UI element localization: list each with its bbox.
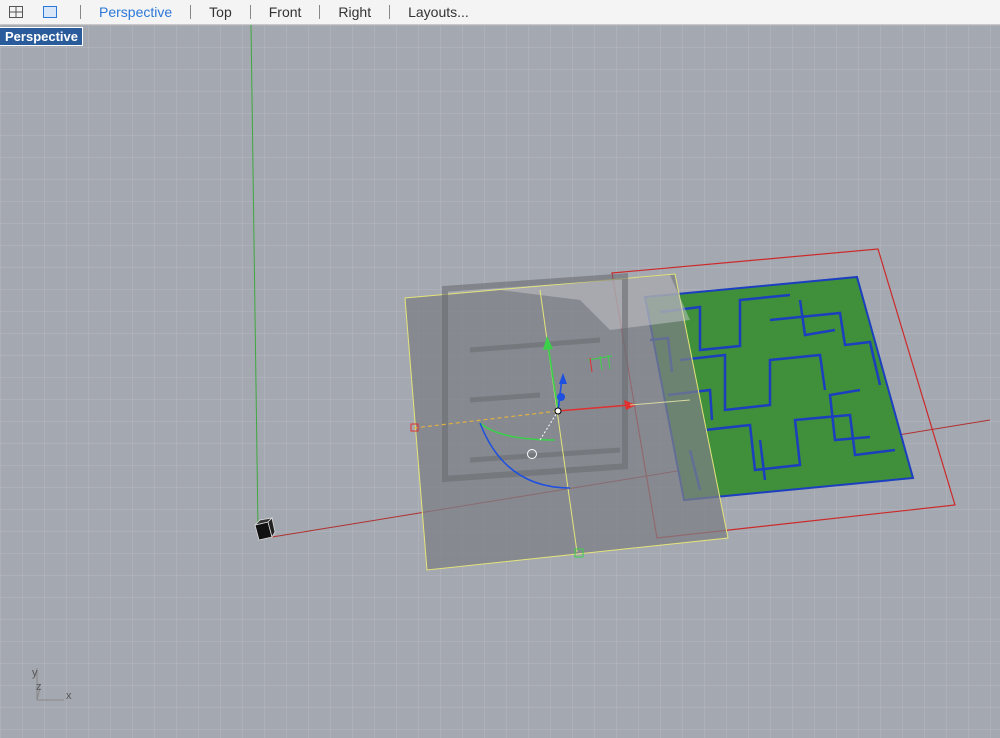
tab-front[interactable]: Front [263,4,308,20]
single-viewport-icon[interactable] [42,5,58,19]
tab-perspective[interactable]: Perspective [93,4,178,20]
viewport-canvas[interactable]: y z x [0,25,1000,738]
toolbar-separator [190,5,192,19]
viewport-toolbar: Perspective Top Front Right Layouts... [0,0,1000,25]
toolbar-separator [389,5,391,19]
axis-label-z: z [36,681,42,693]
axis-label-x: x [66,690,72,702]
tab-right[interactable]: Right [332,4,377,20]
tab-layouts[interactable]: Layouts... [402,4,475,20]
toolbar-separator [249,5,251,19]
gumball-origin-point[interactable] [554,407,562,415]
projection-plane[interactable] [404,273,729,571]
viewport-title-label[interactable]: Perspective [0,27,83,46]
toolbar-separator [80,5,81,19]
gumball-z-scale-handle[interactable] [557,393,565,401]
toolbar-separator [319,5,321,19]
axis-label-y: y [32,667,38,679]
four-viewports-icon[interactable] [8,5,24,19]
tab-top[interactable]: Top [203,4,238,20]
perspective-viewport[interactable]: y z x Perspective [0,25,1000,738]
